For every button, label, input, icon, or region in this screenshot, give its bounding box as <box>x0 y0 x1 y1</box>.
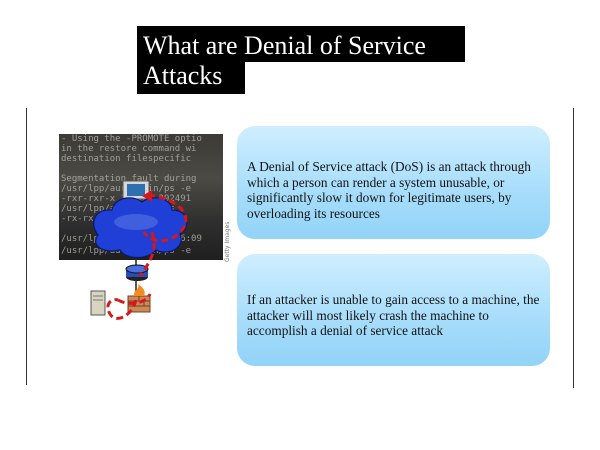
photo-watermark: Getty Images <box>224 222 231 262</box>
firewall-icon <box>127 284 151 313</box>
definition-text: A Denial of Service attack (DoS) is an a… <box>247 159 531 221</box>
network-cloud-icon <box>93 197 188 259</box>
crash-box: If an attacker is unable to gain access … <box>237 254 550 366</box>
definition-box: A Denial of Service attack (DoS) is an a… <box>237 126 550 239</box>
server-icon <box>90 290 106 316</box>
crash-text: If an attacker is unable to gain access … <box>247 292 540 338</box>
